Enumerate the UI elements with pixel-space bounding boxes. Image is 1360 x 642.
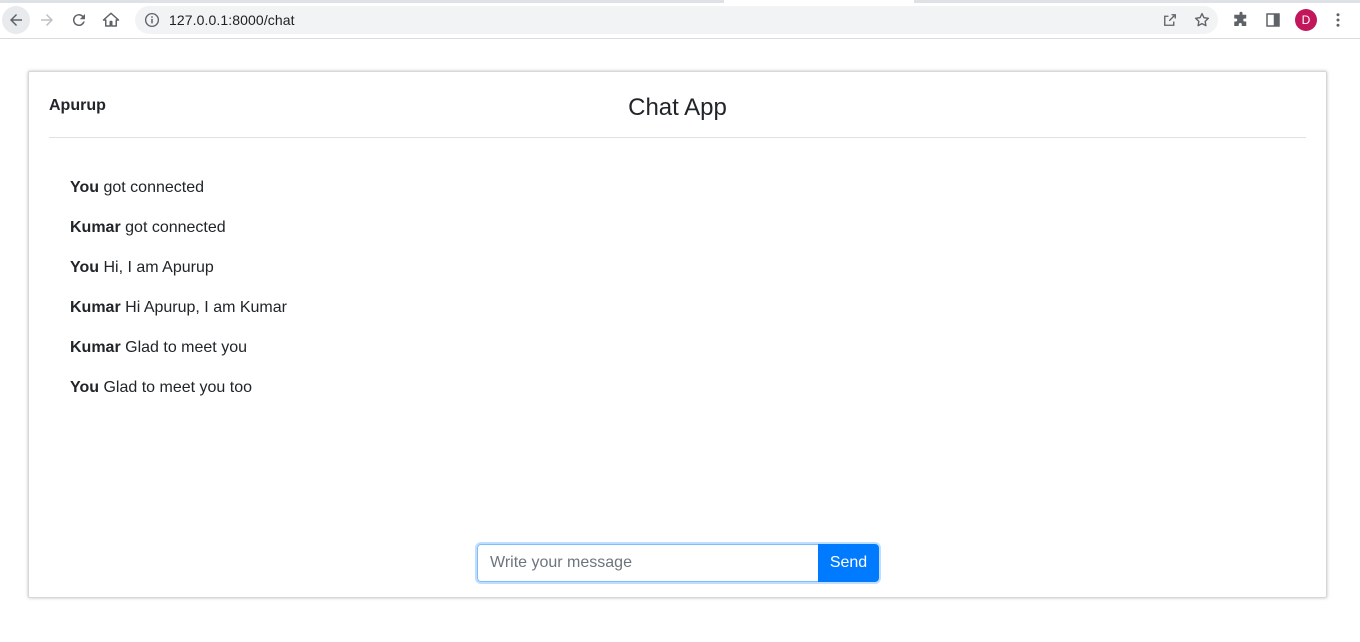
back-button[interactable] [2, 6, 30, 34]
more-menu-icon[interactable] [1329, 11, 1347, 29]
tab-strip-edge [0, 0, 1360, 3]
side-panel-icon[interactable] [1264, 11, 1282, 29]
message-input[interactable] [477, 544, 819, 582]
star-icon[interactable] [1193, 11, 1211, 29]
message-composer: Send [477, 544, 879, 582]
message-item: You Glad to meet you too [70, 379, 287, 419]
url-text[interactable]: 127.0.0.1:8000/chat [169, 12, 295, 28]
arrow-right-icon [41, 14, 53, 26]
message-sender: You [70, 179, 100, 196]
message-text: got connected [125, 219, 226, 236]
message-sender: You [70, 379, 100, 396]
reload-icon [72, 14, 85, 27]
home-button[interactable] [97, 6, 125, 34]
share-icon[interactable] [1161, 11, 1179, 29]
profile-avatar[interactable]: D [1295, 9, 1317, 31]
chat-card: Apurup Chat App You got connected Kumar … [28, 71, 1327, 598]
message-text: got connected [103, 179, 205, 196]
message-item: Kumar Hi Apurup, I am Kumar [70, 299, 287, 339]
message-item: Kumar Glad to meet you [70, 339, 287, 379]
message-item: You got connected [70, 179, 287, 219]
arrow-left-icon [10, 14, 22, 26]
message-text: Glad to meet you [125, 339, 247, 356]
message-item: You Hi, I am Apurup [70, 259, 287, 299]
message-text: Glad to meet you too [103, 379, 253, 396]
message-sender: Kumar [70, 299, 121, 316]
reload-button[interactable] [65, 6, 93, 34]
extensions-icon[interactable] [1232, 11, 1250, 29]
forward-button[interactable] [33, 6, 61, 34]
page-title: Chat App [628, 94, 727, 121]
browser-toolbar: 127.0.0.1:8000/chat D [0, 0, 1360, 39]
address-bar[interactable]: 127.0.0.1:8000/chat [135, 6, 1218, 34]
header-divider [49, 137, 1306, 138]
message-list: You got connected Kumar got connected Yo… [70, 179, 287, 419]
message-text: Hi Apurup, I am Kumar [125, 299, 287, 316]
home-icon [102, 12, 120, 27]
message-item: Kumar got connected [70, 219, 287, 259]
message-sender: You [70, 259, 100, 276]
message-text: Hi, I am Apurup [103, 259, 214, 276]
message-sender: Kumar [70, 339, 121, 356]
info-icon[interactable] [143, 11, 161, 29]
send-button[interactable]: Send [818, 544, 879, 582]
message-sender: Kumar [70, 219, 121, 236]
